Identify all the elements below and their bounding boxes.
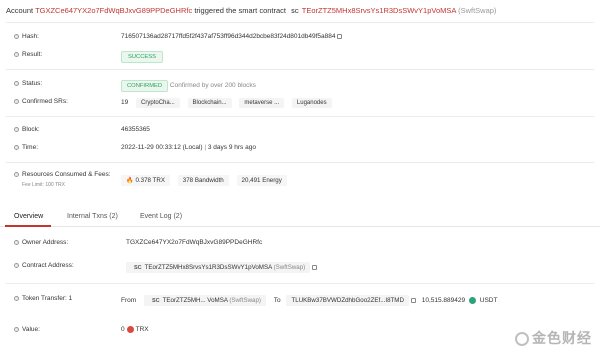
fire-icon: 🔥	[126, 178, 134, 184]
transaction-summary: Account TGXZCe647YX2o7FdWqBJxvG89PPDeGHR…	[6, 6, 496, 15]
help-icon: ?	[14, 98, 19, 104]
copy-icon[interactable]	[312, 264, 318, 270]
bandwidth-chip: 378 Bandwidth	[177, 175, 229, 186]
time-value: 2022-11-29 00:33:12 (Local) | 3 days 9 h…	[121, 144, 256, 151]
hash-label: ? Hash:	[14, 33, 39, 40]
watermark-icon	[515, 332, 529, 347]
from-address-chip[interactable]: SC TEorZTZ5MH... VoMSA (SwftSwap)	[143, 295, 266, 306]
trx-fee-chip: 🔥 0.378 TRX	[121, 175, 170, 186]
help-icon: ?	[14, 295, 19, 301]
copy-icon[interactable]	[337, 33, 343, 39]
sc-badge: SC	[291, 9, 299, 15]
help-icon: ?	[14, 126, 19, 132]
resources-label: ? Resources Consumed & Fees:	[14, 171, 111, 178]
token-transfer-value: From SC TEorZTZ5MH... VoMSA (SwftSwap) To…	[121, 295, 497, 306]
transfer-amount: 10,515.889429	[421, 297, 466, 304]
sr-chip[interactable]: Luganodes	[291, 98, 332, 108]
confirmed-srs-label: ? Confirmed SRs:	[14, 98, 68, 105]
sr-chip[interactable]: metaverse ...	[239, 98, 285, 108]
sr-count: 19	[121, 99, 129, 106]
help-icon: ?	[14, 171, 19, 177]
status-value: CONFIRMED Confirmed by over 200 blocks	[121, 80, 256, 92]
sr-chip[interactable]: CryptoCha...	[136, 98, 180, 108]
help-icon: ?	[14, 33, 19, 39]
help-icon: ?	[14, 144, 19, 150]
relative-time: 3 days 9 hrs ago	[207, 144, 256, 151]
tab-event-log[interactable]: Event Log (2)	[140, 213, 182, 220]
hash-value: 716507136ad28717ffd5f2f437af753ff96d344d…	[121, 33, 343, 40]
watermark-logo: 金色财经	[515, 328, 592, 348]
summary-prefix: Account	[6, 6, 34, 15]
divider	[6, 283, 594, 284]
help-icon: ?	[14, 326, 19, 332]
contract-tag: (SwftSwap)	[458, 6, 497, 15]
value-amount: 0 TRX	[121, 326, 149, 334]
status-label: ? Status:	[14, 80, 43, 87]
from-label: From	[121, 297, 137, 304]
help-icon: ?	[14, 262, 19, 268]
token-transfer-label: ? Token Transfer: 1	[14, 295, 73, 302]
energy-chip: 20,491 Energy	[236, 175, 287, 186]
help-icon: ?	[14, 51, 19, 57]
divider	[6, 69, 594, 70]
result-value: SUCCESS	[121, 51, 164, 63]
trx-icon	[126, 326, 134, 333]
block-label: ? Block:	[14, 126, 40, 133]
block-value[interactable]: 46355365	[121, 126, 150, 133]
divider	[6, 162, 594, 163]
owner-address-label: ? Owner Address:	[14, 239, 69, 246]
contract-link[interactable]: TEorZTZ5MHx8SrvsYs1R3DsSWvY1pVoMSA	[302, 6, 456, 15]
confirmed-badge: CONFIRMED	[121, 80, 169, 92]
value-label: ? Value:	[14, 326, 40, 333]
tab-internal-txns[interactable]: Internal Txns (2)	[67, 213, 118, 220]
contract-chip[interactable]: SC TEorZTZ5MHx8SrvsYs1R3DsSWvY1pVoMSA (Sw…	[126, 262, 311, 273]
sc-badge: SC	[151, 298, 160, 304]
help-icon: ?	[14, 239, 19, 245]
account-link[interactable]: TGXZCe647YX2o7FdWqBJxvG89PPDeGHRfc	[35, 6, 192, 15]
to-label: To	[273, 297, 281, 304]
confirmed-srs-value: 19 CryptoCha... Blockchain... metaverse …	[121, 98, 332, 108]
tab-overview[interactable]: Overview	[14, 213, 43, 220]
sc-badge: SC	[134, 265, 142, 271]
owner-address-value[interactable]: TGXZCe647YX2o7FdWqBJxvG89PPDeGHRfc	[126, 239, 262, 246]
tab-bar: Overview Internal Txns (2) Event Log (2)	[0, 210, 600, 227]
sr-chip[interactable]: Blockchain...	[187, 98, 232, 108]
confirmation-note: Confirmed by over 200 blocks	[169, 82, 256, 89]
contract-address-value: SC TEorZTZ5MHx8SrvsYs1R3DsSWvY1pVoMSA (Sw…	[126, 262, 318, 273]
time-label: ? Time:	[14, 144, 39, 151]
result-label: ? Result:	[14, 51, 43, 58]
divider	[6, 22, 594, 23]
summary-action: triggered the smart contract	[194, 6, 287, 15]
success-badge: SUCCESS	[121, 51, 164, 63]
help-icon: ?	[14, 80, 19, 86]
resources-value: 🔥 0.378 TRX 378 Bandwidth 20,491 Energy	[121, 175, 293, 186]
fee-limit: Fee Limit: 100 TRX	[22, 182, 65, 188]
active-tab-indicator	[5, 225, 51, 227]
divider	[6, 116, 594, 117]
contract-address-label: ? Contract Address:	[14, 262, 74, 269]
to-address-chip[interactable]: TLUKBw37BVWDZdhbGoo2ZEf...I8TMD	[286, 295, 409, 306]
copy-icon[interactable]	[410, 297, 416, 303]
usdt-icon	[468, 296, 476, 304]
transfer-token[interactable]: USDT	[480, 297, 498, 304]
